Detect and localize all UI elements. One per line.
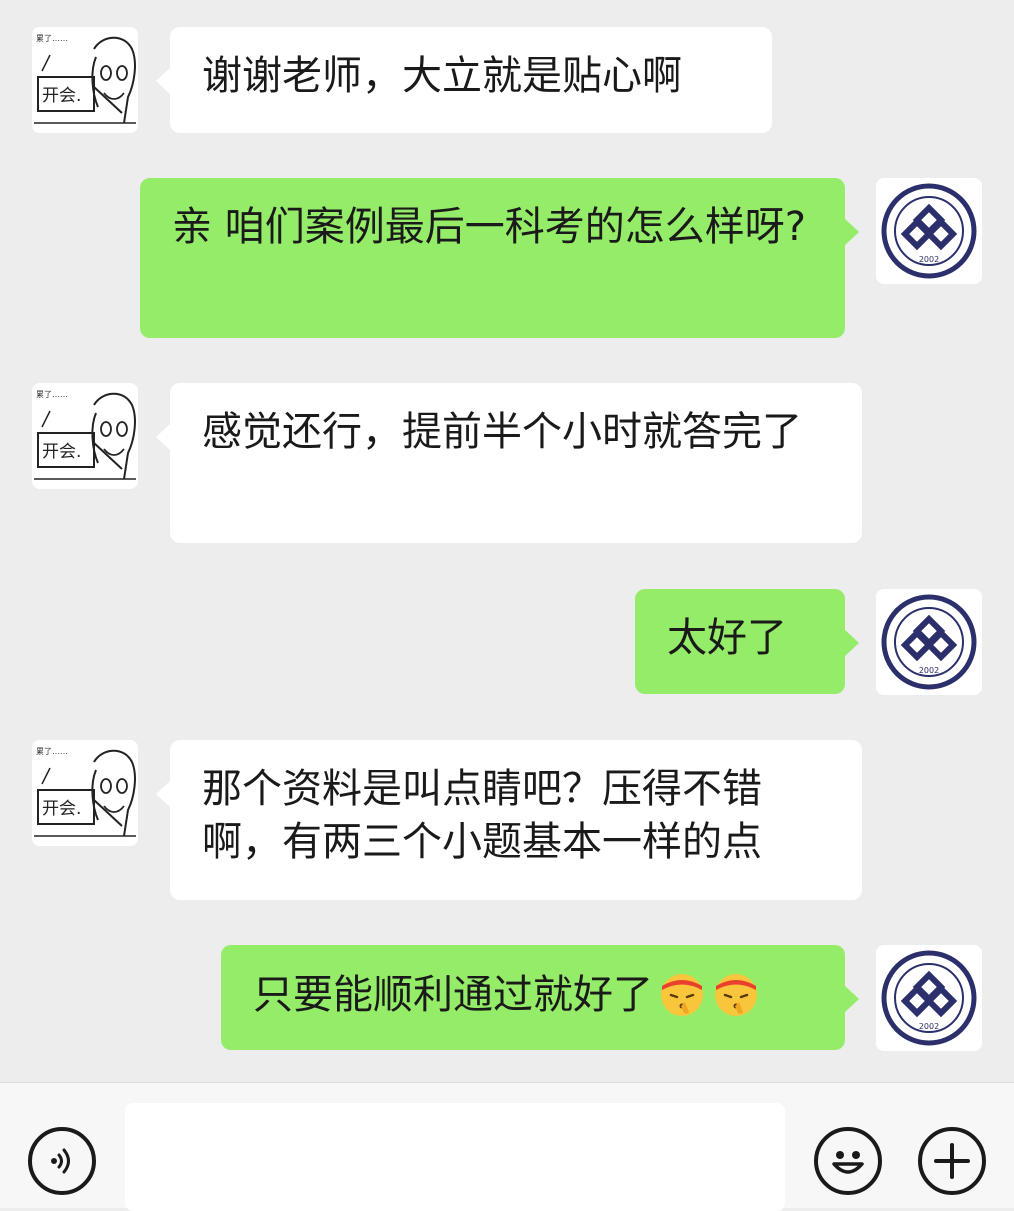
message-text: 感觉还行，提前半个小时就答完了 [202, 409, 802, 455]
svg-text:开会.: 开会. [42, 442, 81, 462]
svg-text:累了……: 累了…… [36, 747, 68, 756]
sketch-character-icon: 累了…… 开会. [32, 383, 138, 489]
message-text: 亲 咱们案例最后一科考的怎么样呀? [172, 204, 806, 250]
svg-text:累了……: 累了…… [36, 390, 68, 399]
shushing-face-headband-emoji [711, 968, 761, 1018]
svg-text:开会.: 开会. [42, 86, 81, 106]
message-text: 只要能顺利通过就好了 [253, 972, 653, 1018]
svg-text:2002: 2002 [919, 255, 939, 264]
shushing-face-headband-emoji [657, 968, 707, 1018]
message-bubble-outgoing[interactable]: 太好了 [635, 589, 859, 694]
message-text: 那个资料是叫点睛吧？压得不错啊，有两三个小题基本一样的点 [202, 766, 762, 865]
svg-text:累了……: 累了…… [36, 34, 68, 43]
message-bubble-outgoing[interactable]: 亲 咱们案例最后一科考的怎么样呀? [140, 178, 859, 338]
more-button[interactable] [918, 1127, 986, 1195]
contact-avatar[interactable]: 累了…… 开会. [32, 383, 138, 489]
contact-avatar[interactable]: 累了…… 开会. [32, 27, 138, 133]
message-text: 谢谢老师，大立就是贴心啊 [202, 53, 682, 99]
plus-icon [934, 1143, 970, 1179]
my-avatar[interactable]: 2002 [876, 178, 982, 284]
chat-input-bar [0, 1082, 1014, 1211]
emoji-button[interactable] [814, 1127, 882, 1195]
voice-icon [51, 1148, 70, 1174]
voice-button[interactable] [28, 1127, 96, 1195]
svg-text:2002: 2002 [919, 666, 939, 675]
chat-message-list[interactable]: 累了…… 开会. 谢谢老师，大立就是贴心啊 亲 咱们案例最后一科考的怎么样呀? [0, 0, 1014, 1082]
my-avatar[interactable]: 2002 [876, 945, 982, 1051]
sketch-character-icon: 累了…… 开会. [32, 740, 138, 846]
svg-text:开会.: 开会. [42, 799, 81, 819]
contact-avatar[interactable]: 累了…… 开会. [32, 740, 138, 846]
message-bubble-incoming[interactable]: 那个资料是叫点睛吧？压得不错啊，有两三个小题基本一样的点 [156, 740, 862, 900]
message-bubble-incoming[interactable]: 感觉还行，提前半个小时就答完了 [156, 383, 862, 543]
school-logo-icon: 2002 [876, 589, 982, 695]
message-input[interactable] [125, 1103, 785, 1211]
message-bubble-outgoing[interactable]: 只要能顺利通过就好了 [221, 945, 859, 1050]
message-bubble-incoming[interactable]: 谢谢老师，大立就是贴心啊 [156, 27, 772, 133]
school-logo-icon: 2002 [876, 178, 982, 284]
school-logo-icon: 2002 [876, 945, 982, 1051]
message-text: 太好了 [667, 615, 787, 661]
my-avatar[interactable]: 2002 [876, 589, 982, 695]
sketch-character-icon: 累了…… 开会. [32, 27, 138, 133]
smiley-icon [832, 1151, 864, 1174]
svg-text:2002: 2002 [919, 1022, 939, 1031]
